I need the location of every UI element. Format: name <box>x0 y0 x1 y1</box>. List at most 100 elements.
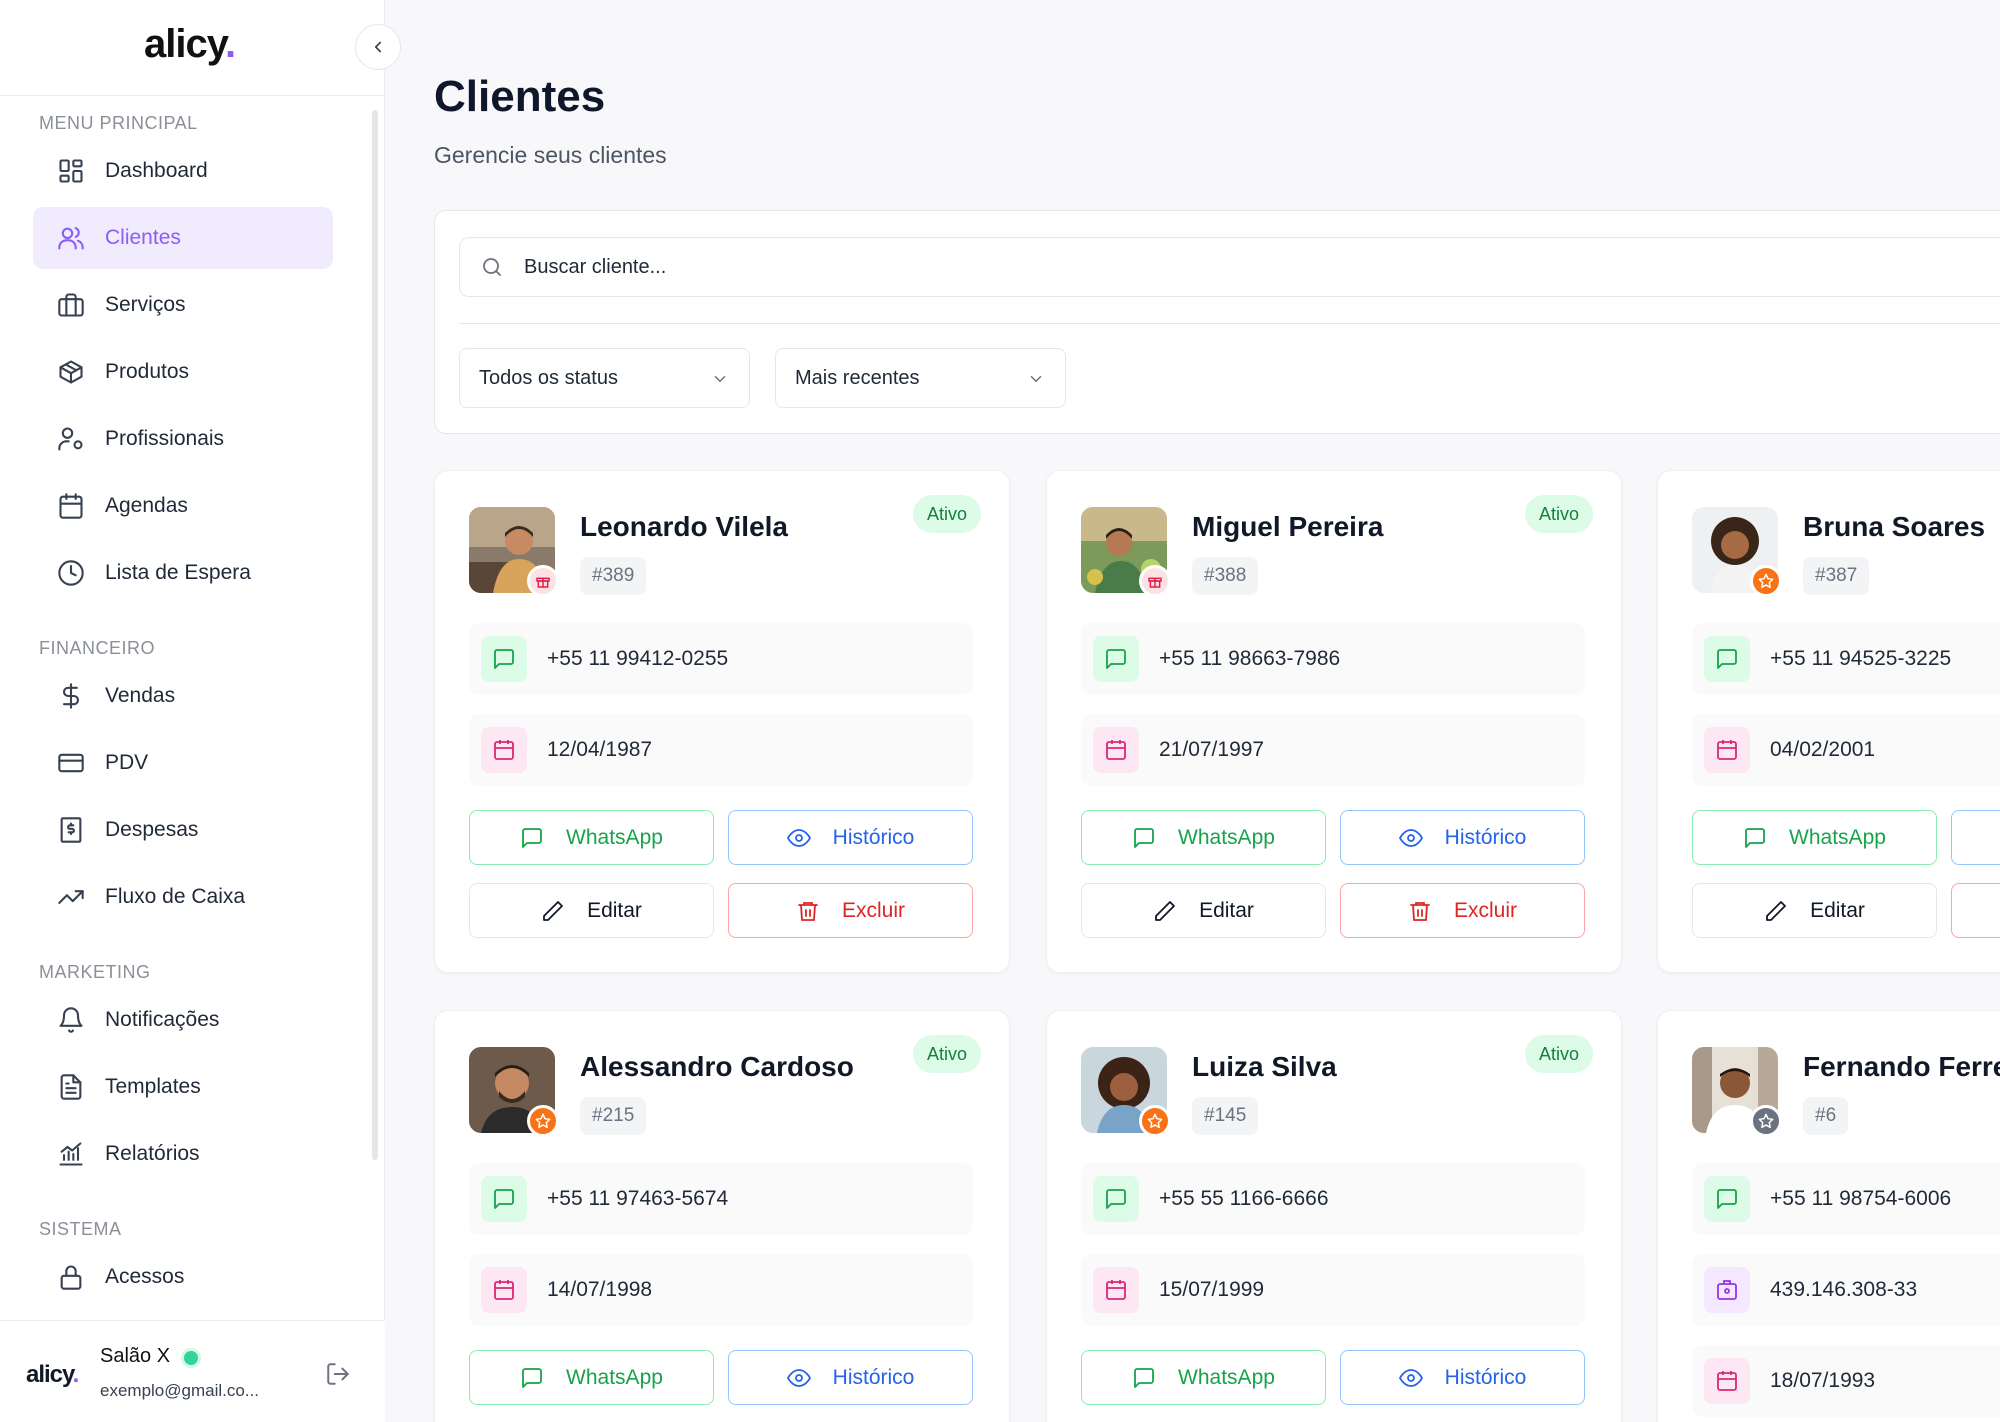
star-icon <box>1147 1113 1163 1129</box>
history-label: Histórico <box>1444 825 1527 849</box>
eye-icon <box>786 1368 811 1387</box>
eye-icon <box>1398 828 1423 847</box>
client-birthdate: 15/07/1999 <box>1159 1278 1265 1301</box>
whatsapp-label: WhatsApp <box>1178 1365 1275 1389</box>
sidebar-item-label: Agendas <box>105 494 188 517</box>
message-icon <box>522 827 542 848</box>
sidebar-item-servicos[interactable]: Serviços <box>33 274 333 336</box>
whatsapp-label: WhatsApp <box>1789 825 1886 849</box>
main-content: Clientes Gerencie seus clientes Todos os… <box>386 0 2000 1422</box>
calendar-icon <box>1106 1280 1126 1300</box>
sidebar-item-fluxo-de-caixa[interactable]: Fluxo de Caixa <box>33 866 333 928</box>
message-icon <box>1106 649 1126 669</box>
whatsapp-button[interactable]: WhatsApp <box>1081 1350 1326 1405</box>
sidebar-item-templates[interactable]: Templates <box>33 1056 333 1118</box>
client-id: #145 <box>1192 1097 1259 1135</box>
client-name: Bruna Soares <box>1803 511 1986 542</box>
client-birthdate: 21/07/1997 <box>1159 738 1265 761</box>
credit-card-icon <box>58 753 84 773</box>
client-card[interactable]: Bruna Soares #387 +55 11 94525-3225 04/0… <box>1657 470 2000 973</box>
whatsapp-label: WhatsApp <box>1178 825 1275 849</box>
sidebar-item-lista-de-espera[interactable]: Lista de Espera <box>33 542 333 604</box>
delete-button[interactable]: Excluir <box>1340 883 1585 938</box>
client-card[interactable]: Fernando Ferrei #6 +55 11 98754-6006 439… <box>1657 1010 2000 1422</box>
whatsapp-button[interactable]: WhatsApp <box>469 810 714 865</box>
message-icon-box <box>481 1176 527 1222</box>
client-card[interactable]: Leonardo Vilela #389 Ativo +55 11 99412-… <box>434 470 1010 973</box>
user-profile[interactable]: alicy. Salão X exemplo@gmail.co... <box>0 1320 385 1422</box>
sidebar-item-label: Profissionais <box>105 427 225 450</box>
client-phone: +55 11 98754-6006 <box>1770 1187 1952 1210</box>
client-birthdate: 18/07/1993 <box>1770 1369 1876 1392</box>
search-input[interactable] <box>524 255 1724 279</box>
sidebar-scrollbar[interactable] <box>372 110 378 1160</box>
sidebar-item-acessos[interactable]: Acessos <box>33 1246 333 1308</box>
eye-icon <box>1398 1368 1423 1387</box>
client-name: Leonardo Vilela <box>580 511 788 542</box>
calendar-icon <box>494 740 514 760</box>
pencil-icon <box>1155 900 1175 921</box>
whatsapp-button[interactable]: WhatsApp <box>1692 810 1937 865</box>
client-card[interactable]: Luiza Silva #145 Ativo +55 55 1166-6666 … <box>1046 1010 1622 1422</box>
sidebar-item-label: Dashboard <box>105 159 208 182</box>
client-name: Miguel Pereira <box>1192 511 1384 542</box>
package-icon <box>59 360 83 384</box>
sidebar-item-vendas[interactable]: Vendas <box>33 665 333 727</box>
page-title: Clientes <box>434 72 606 121</box>
star-icon <box>1758 573 1774 589</box>
calendar-icon-box <box>1093 1267 1139 1313</box>
client-id: #389 <box>580 557 647 595</box>
sidebar-item-label: Acessos <box>105 1265 185 1288</box>
id-card-icon-box <box>1704 1267 1750 1313</box>
history-button[interactable]: Histórico <box>1340 810 1585 865</box>
client-card[interactable]: Alessandro Cardoso #215 Ativo +55 11 974… <box>434 1010 1010 1422</box>
sidebar-item-produtos[interactable]: Produtos <box>33 341 333 403</box>
document-row: 439.146.308-33 <box>1692 1254 2000 1326</box>
trash-icon <box>1410 901 1430 921</box>
history-button[interactable]: Histórico <box>1340 1350 1585 1405</box>
whatsapp-button[interactable]: WhatsApp <box>1081 810 1326 865</box>
sidebar-item-agendas[interactable]: Agendas <box>33 475 333 537</box>
delete-button[interactable]: Excluir <box>728 883 973 938</box>
sidebar-item-clientes[interactable]: Clientes <box>33 207 333 269</box>
bar-chart-icon <box>59 1142 83 1166</box>
calendar-icon-box <box>1704 1358 1750 1404</box>
search-box[interactable] <box>459 237 2000 297</box>
sidebar-item-label: Despesas <box>105 818 199 841</box>
sort-select[interactable]: Mais recentes <box>775 348 1066 408</box>
client-id: #215 <box>580 1097 647 1135</box>
dashboard-icon <box>59 159 83 183</box>
message-icon <box>522 1367 542 1388</box>
status-select[interactable]: Todos os status <box>459 348 750 408</box>
edit-button[interactable]: Editar <box>469 883 714 938</box>
history-button[interactable]: Histórico <box>728 810 973 865</box>
edit-button[interactable]: Editar <box>1692 883 1937 938</box>
whatsapp-button[interactable]: WhatsApp <box>469 1350 714 1405</box>
filter-panel: Todos os status Mais recentes <box>434 210 2000 434</box>
sidebar-item-notificacoes[interactable]: Notificações <box>33 989 333 1051</box>
history-button[interactable]: Histórico <box>728 1350 973 1405</box>
sidebar-item-despesas[interactable]: Despesas <box>33 799 333 861</box>
collapse-sidebar-button[interactable] <box>355 24 401 70</box>
sidebar-item-label: PDV <box>105 751 149 774</box>
edit-button[interactable]: Editar <box>1081 883 1326 938</box>
app-logo[interactable]: alicy. <box>144 22 236 67</box>
birthdate-row: 18/07/1993 <box>1692 1345 2000 1417</box>
status-badge: Ativo <box>1525 495 1594 533</box>
delete-button[interactable] <box>1951 883 2000 938</box>
sidebar-item-relatorios[interactable]: Relatórios <box>33 1123 333 1185</box>
calendar-icon <box>1717 740 1737 760</box>
chevron-down-icon <box>714 376 726 382</box>
history-label: Histórico <box>1444 1365 1527 1389</box>
sidebar-item-label: Lista de Espera <box>105 561 251 584</box>
client-phone: +55 11 94525-3225 <box>1770 647 1952 670</box>
history-button[interactable] <box>1951 810 2000 865</box>
sidebar-item-dashboard[interactable]: Dashboard <box>33 140 333 202</box>
phone-row: +55 11 98754-6006 <box>1692 1163 2000 1235</box>
sidebar-item-profissionais[interactable]: Profissionais <box>33 408 333 470</box>
client-name: Alessandro Cardoso <box>580 1051 854 1082</box>
sidebar-item-pdv[interactable]: PDV <box>33 732 333 794</box>
logout-icon[interactable] <box>325 1361 351 1387</box>
client-card[interactable]: Miguel Pereira #388 Ativo +55 11 98663-7… <box>1046 470 1622 973</box>
birthdate-row: 14/07/1998 <box>469 1254 973 1326</box>
